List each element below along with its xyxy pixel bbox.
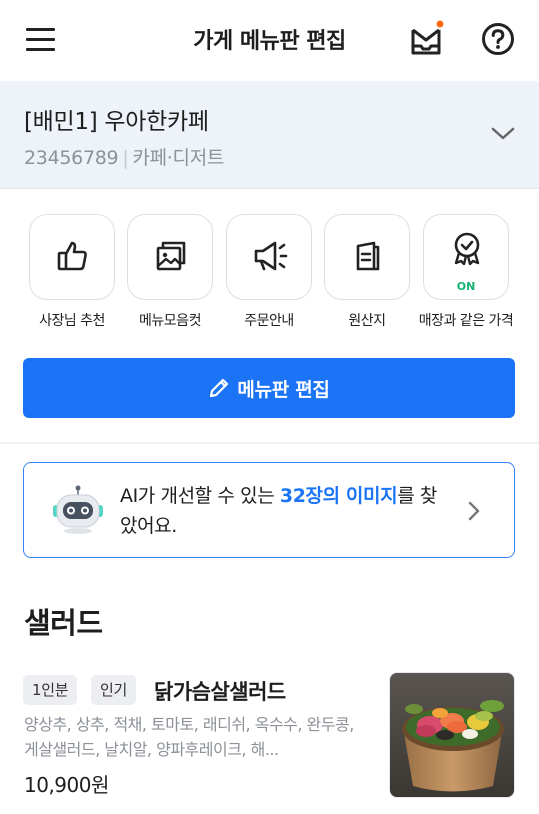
store-name: [배민1] 우아한카페	[24, 109, 209, 135]
store-category: 카페·디저트	[132, 147, 225, 169]
store-id: 23456789	[24, 147, 119, 169]
menu-item-name: 닭가슴살샐러드	[154, 680, 286, 704]
chevron-right-icon	[468, 501, 480, 521]
edit-menu-button-label: 메뉴판 편집	[237, 379, 330, 401]
badge-check-icon	[454, 232, 480, 265]
store-meta-separator: |	[122, 147, 129, 169]
quick-item-box: ON	[423, 214, 509, 300]
notification-dot	[436, 20, 444, 28]
ai-banner-text: AI가 개선할 수 있는 32장의 이미지를 찾았어요.	[120, 481, 450, 541]
quick-item-label: 매장과 같은 가격	[418, 313, 514, 329]
app-header: 가게 메뉴판 편집	[0, 0, 539, 80]
menu-item-price: 10,900원	[24, 773, 109, 797]
quick-item-box	[226, 214, 312, 300]
edit-menu-button-content: 메뉴판 편집	[23, 375, 515, 402]
status-on-label: ON	[456, 280, 476, 293]
quick-item-box	[127, 214, 213, 300]
image-gallery-icon	[156, 241, 186, 271]
quick-item-box	[324, 214, 410, 300]
question-circle-icon[interactable]	[480, 21, 516, 57]
menu-section-title: 샐러드	[24, 606, 103, 640]
section-divider	[0, 442, 539, 444]
robot-icon	[53, 485, 103, 534]
quick-item-box	[29, 214, 115, 300]
menu-item-card[interactable]: 1인분 인기 닭가슴살샐러드 양상추, 상추, 적채, 토마토, 래디쉬, 옥수…	[0, 668, 539, 808]
quick-menu: 사장님 추천 메뉴모음컷 주문안내 원산지 ON 매장과 같은 가격	[0, 214, 539, 334]
chevron-down-icon	[491, 127, 515, 140]
document-icon	[356, 241, 380, 271]
thumbs-up-icon	[57, 241, 87, 271]
serving-badge: 1인분	[23, 675, 78, 705]
popular-badge: 인기	[91, 675, 137, 705]
mail-inbox-icon[interactable]	[408, 20, 444, 58]
ai-banner-text-part: AI가 개선할 수 있는	[120, 485, 280, 507]
menu-item-image[interactable]	[389, 672, 515, 798]
edit-menu-button[interactable]: 메뉴판 편집	[23, 358, 515, 418]
ai-banner-highlight: 32장의 이미지	[279, 485, 398, 507]
page-title: 가게 메뉴판 편집	[193, 29, 346, 54]
ai-image-improvement-banner[interactable]: AI가 개선할 수 있는 32장의 이미지를 찾았어요.	[23, 462, 515, 558]
pencil-icon	[210, 378, 229, 398]
menu-item-description: 양상추, 상추, 적채, 토마토, 래디쉬, 옥수수, 완두콩, 게살샐러드, …	[24, 715, 354, 759]
store-meta: 23456789 | 카페·디저트	[24, 143, 224, 170]
megaphone-icon	[254, 241, 288, 271]
store-selector[interactable]: [배민1] 우아한카페 23456789 | 카페·디저트	[0, 81, 539, 189]
